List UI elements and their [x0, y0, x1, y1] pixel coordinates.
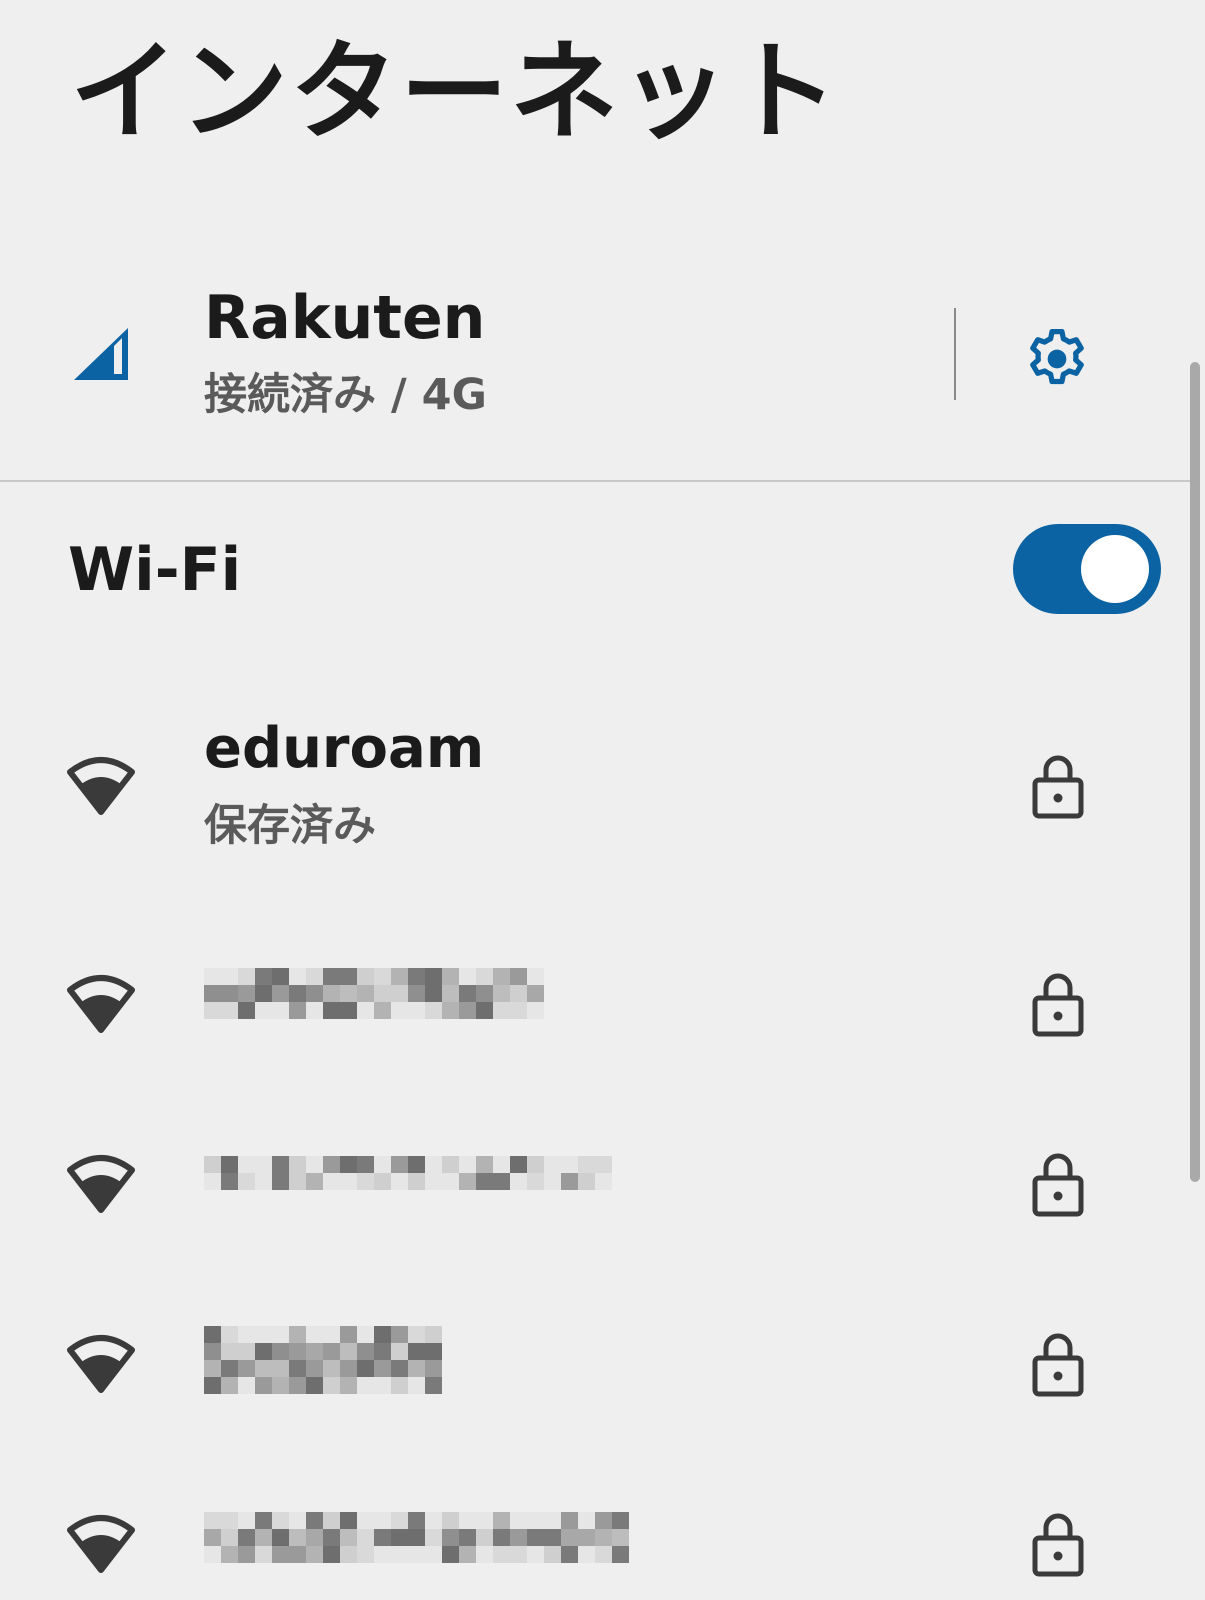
- divider: [954, 308, 956, 400]
- network-name: eduroam: [204, 716, 485, 781]
- carrier-name: Rakuten: [204, 283, 486, 353]
- section-divider: [0, 480, 1190, 482]
- page-title: インターネット: [70, 30, 841, 155]
- wifi-toggle[interactable]: [1013, 524, 1161, 614]
- scrollbar[interactable]: [1190, 362, 1200, 1182]
- wifi-signal-icon: [67, 1335, 135, 1393]
- mobile-network-row[interactable]: Rakuten 接続済み / 4G: [0, 262, 1190, 480]
- lock-icon: [1032, 1333, 1084, 1397]
- redacted-network-name: [204, 1326, 442, 1410]
- lock-icon: [1032, 755, 1084, 819]
- redacted-network-name: [204, 1156, 612, 1206]
- wifi-network-row[interactable]: [0, 1490, 1190, 1600]
- lock-icon: [1032, 1153, 1084, 1217]
- wifi-network-row[interactable]: [0, 950, 1190, 1070]
- wifi-toggle-row[interactable]: Wi-Fi: [0, 500, 1190, 640]
- lock-icon: [1032, 1513, 1084, 1577]
- toggle-knob: [1081, 535, 1149, 603]
- lock-icon: [1032, 973, 1084, 1037]
- wifi-signal-icon: [67, 1155, 135, 1213]
- wifi-label: Wi-Fi: [68, 535, 242, 605]
- wifi-network-row[interactable]: [0, 1310, 1190, 1430]
- carrier-status: 接続済み / 4G: [204, 370, 487, 420]
- wifi-network-row[interactable]: [0, 1130, 1190, 1250]
- wifi-signal-icon: [67, 757, 135, 815]
- wifi-network-row[interactable]: eduroam 保存済み: [0, 700, 1190, 900]
- network-status: 保存済み: [204, 801, 376, 851]
- wifi-signal-icon: [67, 975, 135, 1033]
- wifi-signal-icon: [67, 1515, 135, 1573]
- gear-icon[interactable]: [1022, 324, 1092, 394]
- redacted-network-name: [204, 1512, 629, 1578]
- cell-signal-icon: [74, 328, 128, 380]
- redacted-network-name: [204, 968, 544, 1034]
